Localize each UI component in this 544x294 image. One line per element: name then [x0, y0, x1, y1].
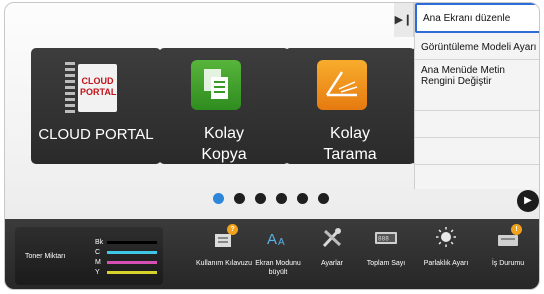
help-badge: ? [227, 224, 238, 235]
collapse-arrow-icon[interactable]: ▶❙ [394, 3, 414, 37]
scan-icon [317, 60, 367, 110]
alert-badge: ! [511, 224, 522, 235]
enlarge-display-button[interactable]: A A Ekran Modunu büyült [249, 223, 307, 287]
enlarge-text-icon: A A [267, 231, 285, 248]
menu-item-text-color[interactable]: Ana Menüde Metin Rengini Değiştir [415, 60, 539, 111]
toner-row-black: Bk [95, 238, 159, 247]
cloud-portal-logo: CLOUD PORTAL [65, 62, 117, 116]
counter-icon: 888 [375, 232, 397, 244]
tile-label: CLOUD PORTAL [38, 126, 154, 143]
settings-button[interactable]: Ayarlar [303, 223, 361, 287]
home-screen: CLOUD PORTAL CLOUD PORTAL Kolay Kopya Ko… [4, 2, 540, 290]
svg-text:A: A [278, 237, 285, 248]
job-status-button[interactable]: ! İş Durumu [479, 223, 537, 287]
menu-item-empty [415, 138, 539, 165]
copy-icon [191, 60, 241, 110]
side-menu: Ana Ekranı düzenle Görüntüleme Modeli Ay… [414, 3, 539, 189]
page-indicator [210, 193, 350, 205]
page-dot[interactable] [234, 193, 245, 204]
svg-text:888: 888 [378, 236, 389, 243]
easy-scan-tile[interactable]: Kolay Tarama [285, 48, 415, 164]
page-dot[interactable] [255, 193, 266, 204]
tile-label: Kolay Tarama [323, 125, 377, 163]
cloud-portal-tile[interactable]: CLOUD PORTAL CLOUD PORTAL [31, 48, 161, 164]
manual-button[interactable]: ? Kullanım Kılavuzu [195, 223, 253, 287]
toner-row-magenta: M [95, 258, 159, 267]
menu-item-edit-home[interactable]: Ana Ekranı düzenle [415, 3, 539, 33]
tile-label: Kolay Kopya [201, 125, 247, 163]
page-dot[interactable] [297, 193, 308, 204]
brightness-button[interactable]: Parlaklık Ayarı [417, 223, 475, 287]
svg-text:A: A [267, 231, 277, 248]
toner-label: Toner Miktarı [25, 253, 66, 260]
page-dot[interactable] [276, 193, 287, 204]
page-dot[interactable] [318, 193, 329, 204]
toner-row-yellow: Y [95, 268, 159, 277]
menu-item-display-pattern[interactable]: Görüntüleme Modeli Ayarı [415, 33, 539, 60]
total-count-button[interactable]: 888 Toplam Sayı [357, 223, 415, 287]
settings-tools-icon [322, 228, 342, 248]
toner-level-panel[interactable]: Toner Miktarı Bk C M Y [15, 227, 163, 285]
brightness-icon [436, 227, 456, 247]
bottom-bar: Toner Miktarı Bk C M Y ? Kullanım Kılavu… [5, 219, 539, 289]
next-page-icon[interactable]: ▶ [517, 190, 539, 212]
easy-copy-tile[interactable]: Kolay Kopya [159, 48, 289, 164]
page-dot-active[interactable] [213, 193, 224, 204]
toner-row-cyan: C [95, 248, 159, 257]
menu-item-empty [415, 111, 539, 138]
